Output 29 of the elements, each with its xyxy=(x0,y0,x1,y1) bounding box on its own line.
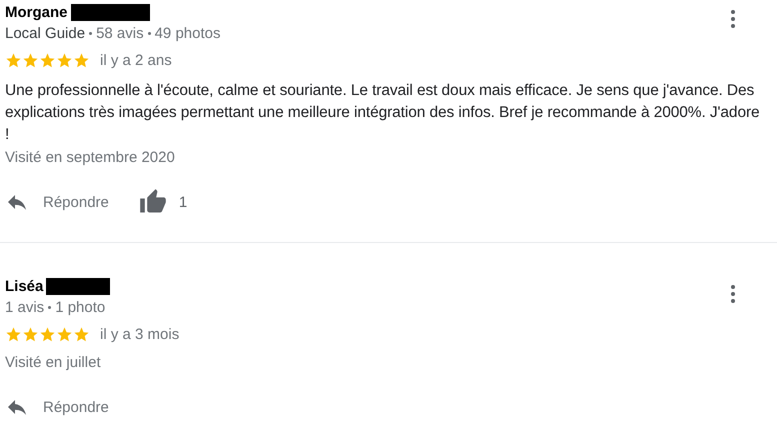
star-icon xyxy=(73,326,90,342)
redaction-bar xyxy=(46,278,110,294)
star-icon xyxy=(73,52,90,68)
reviewer-stat: 1 photo xyxy=(55,298,106,316)
reply-button[interactable]: Répondre xyxy=(5,190,109,214)
star-icon xyxy=(56,326,73,342)
reply-button[interactable]: Répondre xyxy=(5,395,109,419)
star-icon xyxy=(22,52,39,68)
review-time: il y a 3 mois xyxy=(100,326,180,342)
star-icon xyxy=(56,52,73,68)
review-text: Une professionnelle à l'écoute, calme et souriante. Le travail est doux mais efficace. Je sens que j'avance. Des explications très imagées permettant une meilleure intégration des infos. Bref je recommande à 2000%. J'adore ! xyxy=(5,81,761,145)
guide-label: Local Guide xyxy=(5,24,86,42)
reviewer-name[interactable]: Liséa xyxy=(5,278,44,294)
reviewer-stat: 1 avis xyxy=(5,298,44,316)
separator-dot-icon xyxy=(48,306,52,308)
like-button[interactable]: 1 xyxy=(138,188,188,216)
separator-dot-icon xyxy=(89,32,92,34)
star-icon xyxy=(39,52,56,68)
star-icon xyxy=(5,52,22,68)
visit-date: Visité en septembre 2020 xyxy=(5,149,176,168)
review-time: il y a 2 ans xyxy=(100,52,172,68)
star-icon xyxy=(39,326,56,342)
reviewer-stat: 58 avis xyxy=(96,24,144,42)
reviewer-name[interactable]: Morgane xyxy=(5,4,68,20)
separator-dot-icon xyxy=(148,32,151,34)
star-icon xyxy=(5,326,22,342)
star-icon xyxy=(22,326,39,342)
reviewer-stat: 49 photos xyxy=(154,24,220,42)
visit-date: Visité en juillet xyxy=(5,354,102,373)
